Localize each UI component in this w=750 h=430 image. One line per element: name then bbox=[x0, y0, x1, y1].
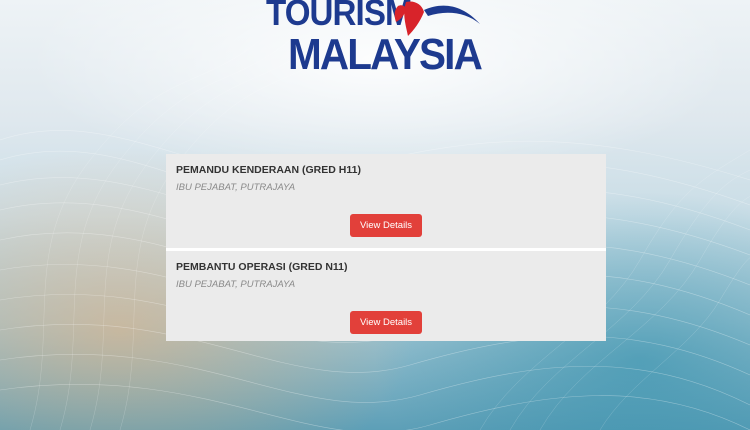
view-details-button[interactable]: View Details bbox=[350, 311, 422, 334]
job-location: IBU PEJABAT, PUTRAJAYA bbox=[176, 279, 296, 290]
job-listings: PEMANDU KENDERAAN (GRED H11) IBU PEJABAT… bbox=[166, 154, 606, 341]
job-title: PEMANDU KENDERAAN (GRED H11) bbox=[176, 164, 361, 176]
job-card: PEMANDU KENDERAAN (GRED H11) IBU PEJABAT… bbox=[166, 154, 606, 251]
job-card: PEMBANTU OPERASI (GRED N11) IBU PEJABAT,… bbox=[166, 251, 606, 341]
tourism-malaysia-logo[interactable]: TOURISM MALAYSIA bbox=[258, 0, 488, 90]
job-title: PEMBANTU OPERASI (GRED N11) bbox=[176, 261, 348, 273]
kite-icon bbox=[394, 1, 480, 36]
job-location: IBU PEJABAT, PUTRAJAYA bbox=[176, 182, 296, 193]
view-details-button[interactable]: View Details bbox=[350, 214, 422, 237]
